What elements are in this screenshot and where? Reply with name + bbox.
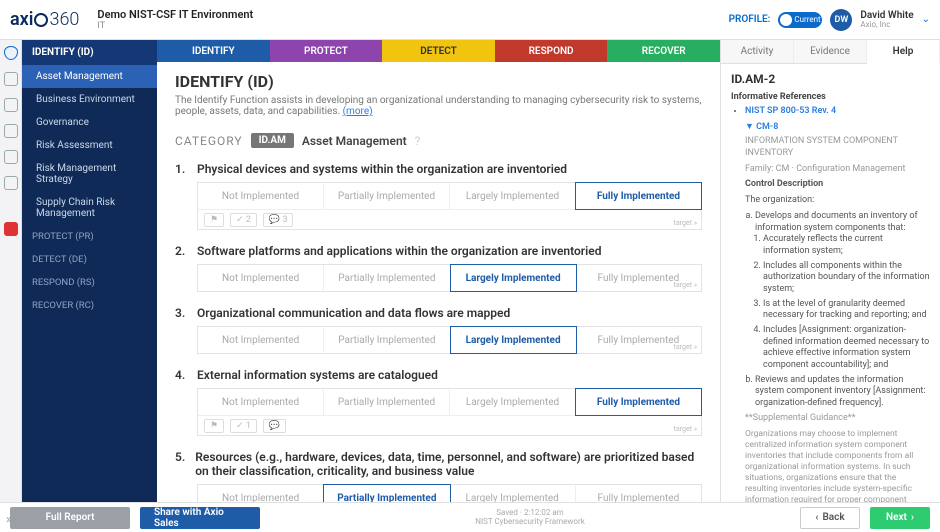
target-link[interactable]: target »: [674, 501, 697, 502]
rail-icon[interactable]: [4, 176, 18, 190]
sidebar-item[interactable]: Business Environment: [22, 88, 157, 111]
segment-option[interactable]: Partially Implemented: [323, 484, 450, 502]
help-icon[interactable]: ?: [415, 134, 421, 148]
flag-icon[interactable]: ⚑: [204, 419, 224, 433]
rail-icon[interactable]: [4, 150, 18, 164]
env-title: Demo NIST-CSF IT Environment: [97, 8, 253, 21]
segment-option[interactable]: Partially Implemented: [324, 327, 450, 353]
sidebar: IDENTIFY (ID) Asset ManagementBusiness E…: [22, 40, 157, 502]
back-button[interactable]: ‹Back: [800, 507, 860, 529]
segment-option[interactable]: Largely Implemented: [450, 326, 577, 354]
segment-option[interactable]: Not Implemented: [198, 265, 324, 291]
target-link[interactable]: target »: [674, 425, 697, 433]
segment-option[interactable]: Largely Implemented: [450, 389, 576, 415]
profile-toggle[interactable]: Current: [778, 12, 822, 28]
share-button[interactable]: Share with Axio Sales: [140, 507, 260, 529]
saved-status: Saved · 2:12:02 am NIST Cybersecurity Fr…: [270, 509, 790, 527]
topbar: axi360 Demo NIST-CSF IT Environment IT P…: [0, 0, 940, 40]
chevron-down-icon[interactable]: ⌄: [922, 14, 930, 25]
phase-bar: IDENTIFY PROTECT DETECT RESPOND RECOVER: [157, 40, 720, 62]
check-count[interactable]: ✓ 2: [230, 213, 257, 227]
segment-option[interactable]: Not Implemented: [198, 183, 324, 209]
rail-icon[interactable]: [4, 124, 18, 138]
segment-option[interactable]: Fully Implemented: [576, 485, 701, 502]
target-link[interactable]: target »: [674, 343, 697, 351]
page-desc: The Identify Function assists in develop…: [175, 95, 702, 117]
sidebar-item[interactable]: Supply Chain Risk Management: [22, 191, 157, 225]
sidebar-item[interactable]: Asset Management: [22, 65, 157, 88]
sidebar-group[interactable]: PROTECT (PR): [22, 225, 157, 248]
phase-detect[interactable]: DETECT: [382, 40, 495, 62]
segment-option[interactable]: Not Implemented: [198, 327, 324, 353]
env-sub: IT: [97, 21, 253, 31]
sidebar-group[interactable]: DETECT (DE): [22, 248, 157, 271]
target-link[interactable]: target »: [674, 219, 697, 227]
control-title: Physical devices and systems within the …: [197, 162, 567, 176]
segment-option[interactable]: Not Implemented: [198, 485, 324, 502]
control-title: Organizational communication and data fl…: [197, 306, 510, 320]
user-block[interactable]: David White Axio, Inc: [860, 10, 913, 30]
control-title: Software platforms and applications with…: [197, 244, 601, 258]
rail-icon-red[interactable]: [4, 222, 18, 236]
sidebar-group[interactable]: RECOVER (RC): [22, 294, 157, 317]
phase-protect[interactable]: PROTECT: [270, 40, 383, 62]
logo: axi360: [10, 9, 79, 30]
check-count[interactable]: ✓ 1: [230, 419, 257, 433]
tab-activity[interactable]: Activity: [721, 40, 794, 63]
segment-option[interactable]: Fully Implemented: [575, 182, 702, 210]
category-chip: ID.AM: [251, 133, 294, 148]
rail-icon[interactable]: [4, 72, 18, 86]
footer: » Full Report Share with Axio Sales Save…: [0, 502, 940, 532]
nist-link[interactable]: NIST SP 800-53 Rev. 4: [745, 106, 836, 116]
target-link[interactable]: target »: [674, 281, 697, 289]
category-row: CATEGORY ID.AM Asset Management ?: [175, 133, 702, 148]
env-title-block: Demo NIST-CSF IT Environment IT: [97, 8, 253, 31]
segment-option[interactable]: Largely Implemented: [450, 264, 577, 292]
content: IDENTIFY (ID) The Identify Function assi…: [157, 62, 720, 502]
rail-icon[interactable]: [4, 98, 18, 112]
sidebar-group[interactable]: RESPOND (RS): [22, 271, 157, 294]
segment-option[interactable]: Fully Implemented: [575, 388, 702, 416]
comment-count[interactable]: 💬: [263, 419, 286, 433]
help-title: ID.AM-2: [731, 72, 930, 86]
cm8-link[interactable]: CM-8: [756, 122, 778, 132]
tab-help[interactable]: Help: [867, 40, 940, 64]
sidebar-item[interactable]: Risk Assessment: [22, 134, 157, 157]
control-title: External information systems are catalog…: [197, 368, 438, 382]
right-panel: Activity Evidence Help ID.AM-2 Informati…: [720, 40, 940, 502]
flag-icon[interactable]: ⚑: [204, 213, 224, 227]
next-button[interactable]: Next›: [870, 507, 930, 529]
sidebar-head[interactable]: IDENTIFY (ID): [22, 40, 157, 65]
phase-identify[interactable]: IDENTIFY: [157, 40, 270, 62]
more-link[interactable]: (more): [343, 106, 373, 117]
segment-option[interactable]: Partially Implemented: [324, 183, 450, 209]
segment-option[interactable]: Not Implemented: [198, 389, 324, 415]
profile-label: PROFILE:: [729, 14, 771, 25]
control-title: Resources (e.g., hardware, devices, data…: [195, 450, 702, 478]
segment-option[interactable]: Partially Implemented: [324, 389, 450, 415]
expand-icon[interactable]: »: [6, 512, 12, 526]
segment-option[interactable]: Largely Implemented: [450, 485, 576, 502]
segment-option[interactable]: Largely Implemented: [450, 183, 576, 209]
phase-respond[interactable]: RESPOND: [495, 40, 608, 62]
sidebar-item[interactable]: Risk Management Strategy: [22, 157, 157, 191]
full-report-button[interactable]: Full Report: [10, 507, 130, 529]
shield-icon[interactable]: [4, 46, 18, 60]
left-rail: [0, 40, 22, 502]
sidebar-item[interactable]: Governance: [22, 111, 157, 134]
tab-evidence[interactable]: Evidence: [794, 40, 867, 63]
comment-count[interactable]: 💬 3: [263, 213, 294, 227]
avatar[interactable]: DW: [830, 9, 852, 31]
page-title: IDENTIFY (ID): [175, 72, 702, 91]
phase-recover[interactable]: RECOVER: [607, 40, 720, 62]
segment-option[interactable]: Partially Implemented: [324, 265, 450, 291]
